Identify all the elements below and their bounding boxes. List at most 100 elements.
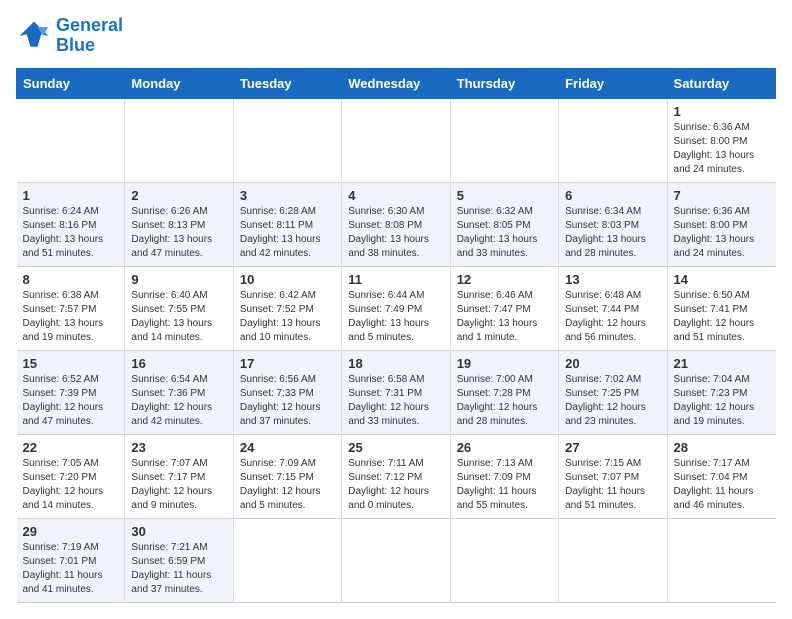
calendar-cell: 22 Sunrise: 7:05 AMSunset: 7:20 PMDaylig… — [17, 434, 125, 518]
day-info: Sunrise: 6:38 AMSunset: 7:57 PMDaylight:… — [23, 289, 119, 345]
calendar-cell: 28 Sunrise: 7:17 AMSunset: 7:04 PMDaylig… — [667, 434, 775, 518]
header-thursday: Thursday — [450, 68, 558, 98]
day-info: Sunrise: 6:50 AMSunset: 7:41 PMDaylight:… — [674, 289, 770, 345]
day-number: 27 — [565, 440, 660, 455]
week-row-2: 1 Sunrise: 6:24 AMSunset: 8:16 PMDayligh… — [17, 182, 776, 266]
day-number: 8 — [23, 272, 119, 287]
calendar-cell: 21 Sunrise: 7:04 AMSunset: 7:23 PMDaylig… — [667, 350, 775, 434]
header-sunday: Sunday — [17, 68, 125, 98]
week-row-6: 29 Sunrise: 7:19 AMSunset: 7:01 PMDaylig… — [17, 518, 776, 602]
day-info: Sunrise: 7:04 AMSunset: 7:23 PMDaylight:… — [674, 373, 770, 429]
day-info: Sunrise: 6:32 AMSunset: 8:05 PMDaylight:… — [457, 205, 552, 261]
day-info: Sunrise: 6:24 AMSunset: 8:16 PMDaylight:… — [23, 205, 119, 261]
day-number: 19 — [457, 356, 552, 371]
day-info: Sunrise: 6:48 AMSunset: 7:44 PMDaylight:… — [565, 289, 660, 345]
day-number: 17 — [240, 356, 335, 371]
week-row-3: 8 Sunrise: 6:38 AMSunset: 7:57 PMDayligh… — [17, 266, 776, 350]
calendar-cell: 19 Sunrise: 7:00 AMSunset: 7:28 PMDaylig… — [450, 350, 558, 434]
day-info: Sunrise: 7:00 AMSunset: 7:28 PMDaylight:… — [457, 373, 552, 429]
day-number: 4 — [348, 188, 443, 203]
calendar-table: SundayMondayTuesdayWednesdayThursdayFrid… — [16, 68, 776, 603]
day-info: Sunrise: 6:36 AMSunset: 8:00 PMDaylight:… — [674, 121, 770, 177]
day-info: Sunrise: 6:52 AMSunset: 7:39 PMDaylight:… — [23, 373, 119, 429]
day-number: 28 — [674, 440, 770, 455]
calendar-cell: 20 Sunrise: 7:02 AMSunset: 7:25 PMDaylig… — [559, 350, 667, 434]
logo-text: General Blue — [56, 16, 123, 56]
day-info: Sunrise: 7:17 AMSunset: 7:04 PMDaylight:… — [674, 457, 770, 513]
day-number: 2 — [131, 188, 226, 203]
calendar-cell: 4 Sunrise: 6:30 AMSunset: 8:08 PMDayligh… — [342, 182, 450, 266]
day-number: 9 — [131, 272, 226, 287]
day-info: Sunrise: 7:15 AMSunset: 7:07 PMDaylight:… — [565, 457, 660, 513]
day-number: 23 — [131, 440, 226, 455]
week-row-5: 22 Sunrise: 7:05 AMSunset: 7:20 PMDaylig… — [17, 434, 776, 518]
calendar-cell: 16 Sunrise: 6:54 AMSunset: 7:36 PMDaylig… — [125, 350, 233, 434]
day-info: Sunrise: 7:19 AMSunset: 7:01 PMDaylight:… — [23, 541, 119, 597]
day-info: Sunrise: 6:58 AMSunset: 7:31 PMDaylight:… — [348, 373, 443, 429]
day-info: Sunrise: 6:30 AMSunset: 8:08 PMDaylight:… — [348, 205, 443, 261]
calendar-cell — [233, 98, 341, 182]
day-info: Sunrise: 7:11 AMSunset: 7:12 PMDaylight:… — [348, 457, 443, 513]
calendar-cell: 7 Sunrise: 6:36 AMSunset: 8:00 PMDayligh… — [667, 182, 775, 266]
day-info: Sunrise: 6:26 AMSunset: 8:13 PMDaylight:… — [131, 205, 226, 261]
calendar-cell: 8 Sunrise: 6:38 AMSunset: 7:57 PMDayligh… — [17, 266, 125, 350]
day-number: 21 — [674, 356, 770, 371]
day-number: 13 — [565, 272, 660, 287]
day-info: Sunrise: 6:46 AMSunset: 7:47 PMDaylight:… — [457, 289, 552, 345]
day-info: Sunrise: 7:02 AMSunset: 7:25 PMDaylight:… — [565, 373, 660, 429]
day-number: 7 — [674, 188, 770, 203]
header-wednesday: Wednesday — [342, 68, 450, 98]
header-friday: Friday — [559, 68, 667, 98]
day-number: 12 — [457, 272, 552, 287]
day-number: 20 — [565, 356, 660, 371]
day-info: Sunrise: 6:56 AMSunset: 7:33 PMDaylight:… — [240, 373, 335, 429]
day-info: Sunrise: 6:36 AMSunset: 8:00 PMDaylight:… — [674, 205, 770, 261]
day-number: 3 — [240, 188, 335, 203]
calendar-cell: 15 Sunrise: 6:52 AMSunset: 7:39 PMDaylig… — [17, 350, 125, 434]
day-info: Sunrise: 7:21 AMSunset: 6:59 PMDaylight:… — [131, 541, 226, 597]
calendar-cell — [450, 518, 558, 602]
calendar-cell: 27 Sunrise: 7:15 AMSunset: 7:07 PMDaylig… — [559, 434, 667, 518]
day-info: Sunrise: 7:09 AMSunset: 7:15 PMDaylight:… — [240, 457, 335, 513]
day-number: 24 — [240, 440, 335, 455]
header-monday: Monday — [125, 68, 233, 98]
page-header: General Blue — [16, 16, 776, 56]
day-number: 5 — [457, 188, 552, 203]
calendar-cell: 1 Sunrise: 6:36 AMSunset: 8:00 PMDayligh… — [667, 98, 775, 182]
logo-icon — [16, 18, 52, 54]
calendar-cell: 24 Sunrise: 7:09 AMSunset: 7:15 PMDaylig… — [233, 434, 341, 518]
calendar-cell: 23 Sunrise: 7:07 AMSunset: 7:17 PMDaylig… — [125, 434, 233, 518]
calendar-cell — [125, 98, 233, 182]
day-info: Sunrise: 7:05 AMSunset: 7:20 PMDaylight:… — [23, 457, 119, 513]
day-number: 25 — [348, 440, 443, 455]
calendar-cell — [342, 518, 450, 602]
day-number: 11 — [348, 272, 443, 287]
calendar-cell: 13 Sunrise: 6:48 AMSunset: 7:44 PMDaylig… — [559, 266, 667, 350]
day-info: Sunrise: 6:40 AMSunset: 7:55 PMDaylight:… — [131, 289, 226, 345]
day-number: 6 — [565, 188, 660, 203]
day-info: Sunrise: 6:34 AMSunset: 8:03 PMDaylight:… — [565, 205, 660, 261]
calendar-cell: 2 Sunrise: 6:26 AMSunset: 8:13 PMDayligh… — [125, 182, 233, 266]
day-number: 26 — [457, 440, 552, 455]
calendar-cell — [667, 518, 775, 602]
week-row-4: 15 Sunrise: 6:52 AMSunset: 7:39 PMDaylig… — [17, 350, 776, 434]
calendar-cell: 6 Sunrise: 6:34 AMSunset: 8:03 PMDayligh… — [559, 182, 667, 266]
calendar-cell: 29 Sunrise: 7:19 AMSunset: 7:01 PMDaylig… — [17, 518, 125, 602]
calendar-cell: 9 Sunrise: 6:40 AMSunset: 7:55 PMDayligh… — [125, 266, 233, 350]
day-info: Sunrise: 6:44 AMSunset: 7:49 PMDaylight:… — [348, 289, 443, 345]
day-number: 1 — [23, 188, 119, 203]
week-row-1: 1 Sunrise: 6:36 AMSunset: 8:00 PMDayligh… — [17, 98, 776, 182]
day-number: 10 — [240, 272, 335, 287]
calendar-cell: 26 Sunrise: 7:13 AMSunset: 7:09 PMDaylig… — [450, 434, 558, 518]
day-number: 29 — [23, 524, 119, 539]
calendar-cell — [450, 98, 558, 182]
calendar-cell: 10 Sunrise: 6:42 AMSunset: 7:52 PMDaylig… — [233, 266, 341, 350]
calendar-cell — [342, 98, 450, 182]
header-tuesday: Tuesday — [233, 68, 341, 98]
calendar-header: SundayMondayTuesdayWednesdayThursdayFrid… — [17, 68, 776, 98]
day-number: 30 — [131, 524, 226, 539]
day-info: Sunrise: 7:13 AMSunset: 7:09 PMDaylight:… — [457, 457, 552, 513]
day-info: Sunrise: 6:42 AMSunset: 7:52 PMDaylight:… — [240, 289, 335, 345]
calendar-cell: 12 Sunrise: 6:46 AMSunset: 7:47 PMDaylig… — [450, 266, 558, 350]
day-info: Sunrise: 6:54 AMSunset: 7:36 PMDaylight:… — [131, 373, 226, 429]
